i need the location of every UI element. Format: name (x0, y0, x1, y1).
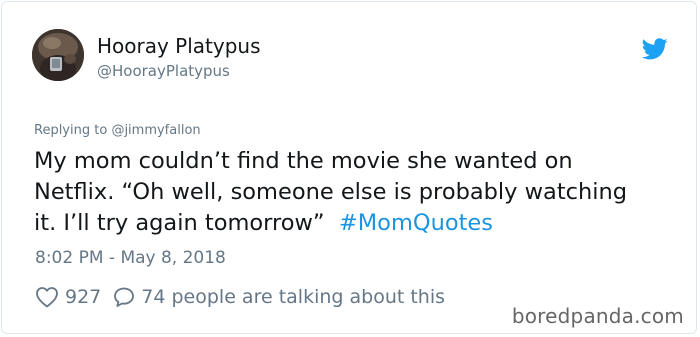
hashtag-link[interactable]: #MomQuotes (339, 210, 493, 236)
watermark: boredpanda.com (511, 304, 684, 328)
replying-to: Replying to @jimmyfallon (34, 123, 201, 138)
twitter-bird-icon[interactable] (641, 38, 668, 60)
tweet-text-line: My mom couldn’t find the movie she wante… (34, 148, 573, 174)
reply-mention-link[interactable]: @jimmyfallon (111, 123, 200, 138)
tweet-timestamp[interactable]: 8:02 PM - May 8, 2018 (35, 248, 226, 268)
tweet-actions: 927 74 people are talking about this (35, 284, 445, 310)
reply-button[interactable]: 74 people are talking about this (113, 286, 445, 308)
display-name[interactable]: Hooray Platypus (97, 34, 261, 58)
speech-bubble-icon (113, 286, 135, 308)
tweet-card: Hooray Platypus @HoorayPlatypus Replying… (1, 1, 697, 334)
heart-icon (35, 286, 59, 308)
replying-prefix: Replying to (34, 123, 108, 138)
like-count: 927 (65, 286, 102, 308)
tweet-text-end: it. I’ll try again tomorrow” (34, 210, 325, 236)
tweet-text: My mom couldn’t find the movie she wante… (34, 146, 684, 239)
avatar[interactable] (32, 29, 84, 81)
conversation-count: 74 people are talking about this (141, 286, 446, 308)
avatar-image (32, 29, 84, 81)
tweet-text-line-last: it. I’ll try again tomorrow” #MomQuotes (34, 208, 684, 239)
user-handle[interactable]: @HoorayPlatypus (97, 62, 230, 80)
like-button[interactable]: 927 (35, 286, 101, 308)
tweet-text-line: Netflix. “Oh well, someone else is proba… (34, 179, 628, 205)
